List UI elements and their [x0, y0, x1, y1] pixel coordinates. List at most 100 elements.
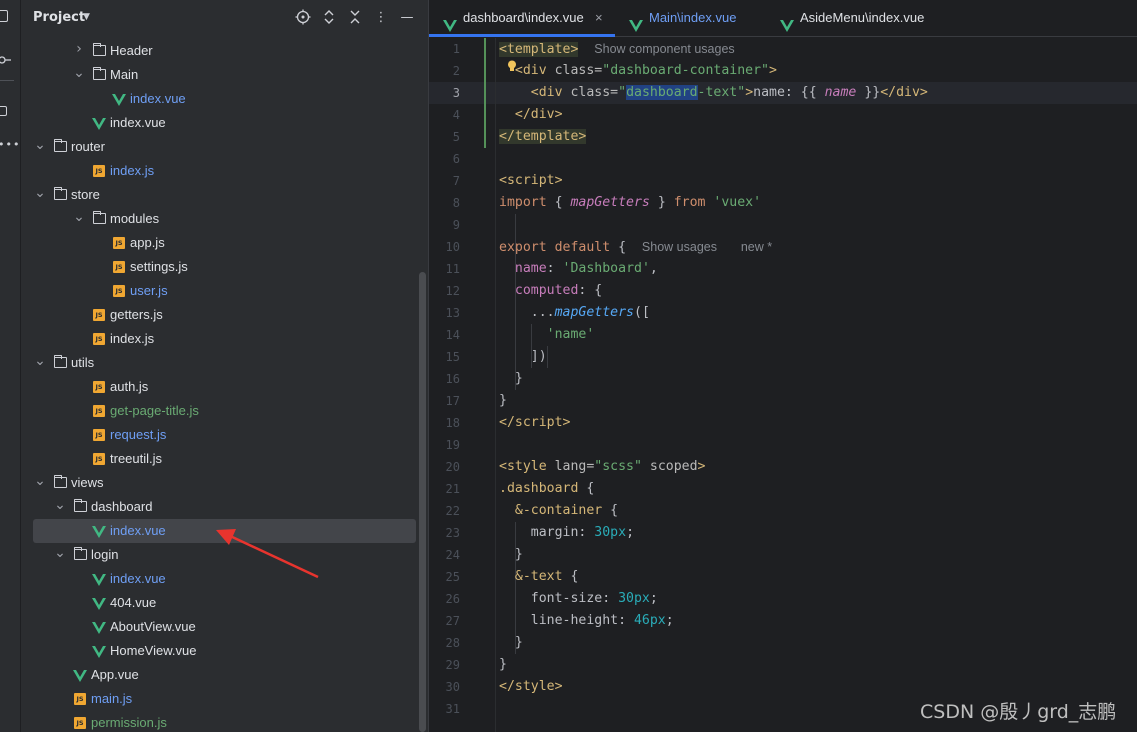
structure-icon[interactable] [0, 106, 7, 116]
line-number: 11 [445, 262, 460, 276]
expand-all-icon[interactable] [320, 9, 338, 27]
tree-item-label: router [71, 139, 105, 154]
tree-item-label: index.vue [110, 571, 166, 586]
chevron-down-icon[interactable]: ⌄ [54, 495, 66, 515]
code-line-25: &-text { [514, 569, 579, 584]
tree-file[interactable]: JS index.js [21, 327, 419, 351]
tree-file[interactable]: JS get-page-title.js [21, 399, 419, 423]
tree-file[interactable]: index.vue [21, 87, 419, 111]
tree-file[interactable]: App.vue [21, 663, 419, 687]
tree-file[interactable]: JS index.js [21, 159, 419, 183]
tree-file[interactable]: index.vue [21, 567, 419, 591]
line-number: 17 [445, 394, 460, 408]
tree-file[interactable]: JS getters.js [21, 303, 419, 327]
folder-icon [74, 547, 87, 560]
project-tool-icon[interactable] [0, 10, 8, 22]
tree-file[interactable]: JS main.js [21, 687, 419, 711]
tree-file[interactable]: index.vue [33, 519, 416, 543]
tree-item-label: App.vue [91, 667, 139, 682]
tree-folder[interactable]: ⌄ modules [21, 207, 419, 231]
tree-file[interactable]: JS treeutil.js [21, 447, 419, 471]
tree-file[interactable]: JS user.js [21, 279, 419, 303]
commit-icon[interactable] [0, 50, 11, 64]
tree-item-label: dashboard [91, 499, 153, 514]
tree-item-label: getters.js [110, 307, 163, 322]
tree-file[interactable]: JS app.js [21, 231, 419, 255]
chevron-down-icon[interactable]: ▼ [83, 12, 90, 22]
code-line-18: </script> [499, 415, 571, 430]
line-number: 20 [445, 460, 460, 474]
vue-file-icon [92, 644, 106, 658]
line-number: 2 [452, 64, 460, 78]
tree-item-label: login [91, 547, 119, 562]
usages-hint[interactable]: Show usages [642, 240, 717, 254]
vue-icon [780, 11, 794, 32]
indent-guide [547, 346, 548, 368]
tree-file[interactable]: JS settings.js [21, 255, 419, 279]
code-line-15: ]) [530, 349, 547, 364]
chevron-down-icon[interactable]: ⌄ [73, 207, 85, 227]
chevron-down-icon[interactable]: ⌄ [34, 471, 46, 491]
tree-scrollbar[interactable] [419, 272, 426, 732]
tree-file[interactable]: 404.vue [21, 591, 419, 615]
tree-folder[interactable]: › Header [21, 39, 419, 63]
js-file-icon: JS [93, 405, 105, 417]
code-line-20: <style lang="scss" scoped> [499, 459, 706, 474]
tree-file[interactable]: AboutView.vue [21, 615, 419, 639]
code-line-3: <div class="dashboard-text">name: {{ nam… [530, 85, 928, 100]
vue-file-icon [92, 572, 106, 586]
tab-asidemenu-index-vue[interactable]: AsideMenu\index.vue [780, 0, 930, 37]
folder-icon [74, 499, 87, 512]
editor: dashboard\index.vue × Main\index.vue Asi… [428, 0, 1137, 732]
tree-item-label: index.vue [110, 115, 166, 130]
code-line-17: } [499, 393, 507, 408]
code-line-16: } [514, 371, 523, 386]
tree-item-label: main.js [91, 691, 133, 706]
code-area[interactable]: <template> Show component usages <div cl… [499, 38, 1137, 732]
folder-icon [54, 355, 67, 368]
tree-file[interactable]: JS request.js [21, 423, 419, 447]
collapse-all-icon[interactable] [346, 9, 364, 27]
chevron-down-icon[interactable]: ⌄ [54, 543, 66, 563]
chevron-down-icon[interactable]: ⌄ [73, 63, 85, 83]
code-line-10: export default { Show usages new * [499, 240, 773, 255]
line-number: 26 [445, 592, 460, 606]
tree-file[interactable]: HomeView.vue [21, 639, 419, 663]
line-number: 22 [445, 504, 460, 518]
code-line-4: </div> [514, 107, 563, 122]
tree-folder[interactable]: ⌄ store [21, 183, 419, 207]
tool-window-strip: ••• [0, 0, 21, 732]
chevron-down-icon[interactable]: ⌄ [34, 135, 46, 155]
tree-item-label: index.js [110, 163, 155, 178]
chevron-right-icon[interactable]: › [73, 39, 85, 59]
chevron-down-icon[interactable]: ⌄ [34, 351, 46, 371]
tree-file[interactable]: index.vue [21, 111, 419, 135]
tree-item-label: Header [110, 43, 153, 58]
tree-file[interactable]: JS permission.js [21, 711, 419, 732]
close-icon[interactable]: × [595, 0, 603, 36]
options-icon[interactable]: ⋮ [372, 9, 390, 27]
js-file-icon: JS [93, 165, 105, 177]
code-line-13: ...mapGetters([ [530, 305, 650, 320]
tab-main-index-vue[interactable]: Main\index.vue [629, 0, 759, 37]
tree-folder[interactable]: ⌄ router [21, 135, 419, 159]
project-title[interactable]: Project [33, 10, 85, 25]
tree-folder[interactable]: ⌄ utils [21, 351, 419, 375]
code-line-29: } [499, 657, 507, 672]
chevron-down-icon[interactable]: ⌄ [34, 183, 46, 203]
more-tools-icon[interactable]: ••• [0, 138, 19, 151]
tree-file[interactable]: JS auth.js [21, 375, 419, 399]
tree-item-label: 404.vue [110, 595, 157, 610]
line-number: 7 [452, 174, 460, 188]
tree-folder[interactable]: ⌄ login [21, 543, 419, 567]
locate-icon[interactable] [294, 9, 312, 27]
tree-item-label: app.js [130, 235, 165, 250]
component-usages-hint[interactable]: Show component usages [594, 42, 734, 56]
tab-dashboard-index-vue[interactable]: dashboard\index.vue × [429, 0, 615, 37]
tree-folder[interactable]: ⌄ dashboard [21, 495, 419, 519]
tree-folder[interactable]: ⌄ Main [21, 63, 419, 87]
line-number: 4 [452, 108, 460, 122]
tree-folder[interactable]: ⌄ views [21, 471, 419, 495]
line-number: 1 [452, 42, 460, 56]
hide-icon[interactable]: — [398, 9, 416, 27]
